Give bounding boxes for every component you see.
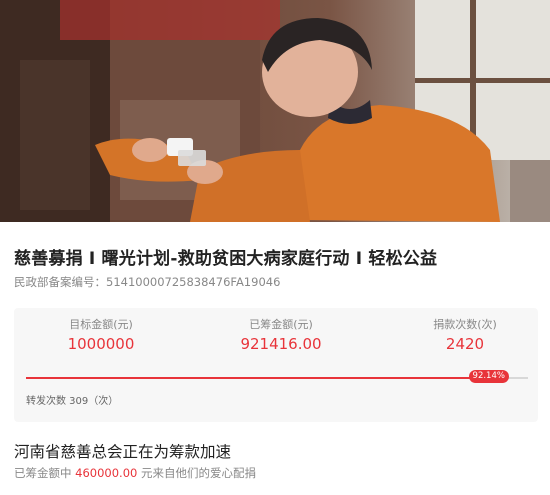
- raised-amount-label: 已筹金额(元): [249, 318, 313, 331]
- share-count: 转发次数 309（次）: [26, 396, 119, 407]
- donation-count-label: 捐款次数(次): [433, 318, 497, 331]
- matching-organization-heading: 河南省慈善总会正在为筹款加速: [14, 443, 232, 461]
- hero-photo: [0, 0, 550, 222]
- hero-illustration: [0, 0, 550, 222]
- progress-percent-badge: 92.14%: [468, 370, 509, 383]
- donation-count-value: 2420: [445, 335, 485, 353]
- matching-donation-info: 已筹金额中 460000.00 元来自他们的爱心配捐: [14, 465, 256, 481]
- target-amount-label: 目标金额(元): [69, 318, 133, 331]
- registration-number: 51410000725838476FA19046: [106, 275, 281, 289]
- match-suffix: 元来自他们的爱心配捐: [141, 466, 257, 480]
- progress-bar: 92.14%: [26, 370, 528, 383]
- target-amount-value: 1000000: [67, 335, 135, 353]
- raised-amount-value: 921416.00: [240, 335, 322, 353]
- fundraising-stats-card: 目标金额(元) 1000000 已筹金额(元) 921416.00 捐款次数(次…: [14, 308, 538, 422]
- donation-count-stat: 捐款次数(次) 2420: [390, 316, 540, 353]
- registration-info: 民政部备案编号：51410000725838476FA19046: [14, 274, 280, 290]
- target-amount-stat: 目标金额(元) 1000000: [26, 316, 176, 353]
- registration-label: 民政部备案编号：: [14, 275, 106, 289]
- campaign-title: 慈善募捐 I 曙光计划-救助贫困大病家庭行动 I 轻松公益: [14, 249, 438, 269]
- progress-bar-fill: [26, 377, 489, 379]
- match-prefix: 已筹金额中: [14, 466, 72, 480]
- raised-amount-stat: 已筹金额(元) 921416.00: [206, 316, 356, 353]
- match-amount: 460000.00: [75, 466, 138, 480]
